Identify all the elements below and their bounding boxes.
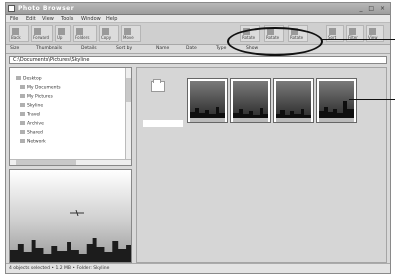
- scroll-thumb[interactable]: [16, 160, 76, 165]
- address-bar[interactable]: C:\Documents\Pictures\Skyline: [9, 56, 387, 64]
- tree-horizontal-scrollbar[interactable]: [10, 159, 131, 165]
- photo-thumbnail[interactable]: [273, 78, 314, 123]
- callout-leader-line: [349, 99, 395, 100]
- forward-button[interactable]: Forward: [31, 25, 53, 42]
- menu-tools[interactable]: Tools: [61, 16, 73, 22]
- tree-item[interactable]: Skyline: [20, 103, 43, 109]
- thumbnail-caption: [190, 118, 225, 122]
- sort-date-option[interactable]: Date: [186, 46, 197, 51]
- folder-tree: Desktop My Documents My Pictures Skyline…: [9, 67, 132, 166]
- sort-name-option[interactable]: Name: [156, 46, 169, 51]
- filter-icon: [349, 28, 356, 35]
- toolbar: Back Forward Up Folders Copy Move Rotate…: [6, 23, 390, 45]
- tree-item[interactable]: My Pictures: [20, 94, 53, 100]
- callout-ellipse: [227, 27, 323, 56]
- photo-thumbnail-image: [276, 81, 311, 119]
- copy-icon: [102, 28, 109, 35]
- app-icon: [8, 5, 15, 12]
- menu-file[interactable]: File: [10, 16, 18, 22]
- forward-icon: [34, 28, 41, 35]
- folders-button[interactable]: Folders: [73, 25, 97, 42]
- folder-icon: [20, 121, 25, 125]
- selected-item-label: [143, 120, 183, 127]
- thumbnail-caption: [319, 118, 354, 122]
- details-option[interactable]: Details: [81, 46, 97, 51]
- secondary-toolbar: Size Thumbnails Details Sort by Name Dat…: [6, 45, 390, 54]
- window-controls[interactable]: _ □ ×: [359, 5, 387, 12]
- tree-item[interactable]: Desktop: [16, 76, 42, 82]
- title-bar: Photo Browser _ □ ×: [6, 3, 390, 15]
- window-title: Photo Browser: [18, 5, 75, 12]
- main-window: Photo Browser _ □ × File Edit View Tools…: [5, 2, 391, 274]
- thumbnails-option[interactable]: Thumbnails: [36, 46, 62, 51]
- back-icon: [12, 28, 19, 35]
- folder-icon: [20, 94, 25, 98]
- view-icon: [369, 28, 376, 35]
- status-text: 4 objects selected • 1.2 MB • Folder: Sk…: [9, 266, 110, 271]
- folder-icon: [16, 76, 21, 80]
- photo-thumbnail-image: [233, 81, 268, 119]
- photo-thumbnail-image: [319, 81, 354, 119]
- preview-pane: [9, 169, 132, 263]
- menu-window[interactable]: Window: [81, 16, 101, 22]
- sort-by-label: Sort by: [116, 46, 133, 51]
- back-button[interactable]: Back: [9, 25, 29, 42]
- menu-bar: File Edit View Tools Window Help: [6, 15, 390, 23]
- folder-icon: [76, 28, 83, 35]
- tree-item[interactable]: My Documents: [20, 85, 61, 91]
- address-path: C:\Documents\Pictures\Skyline: [13, 57, 90, 63]
- photo-thumbnail-image: [190, 81, 225, 119]
- tree-item[interactable]: Travel: [20, 112, 40, 118]
- photo-thumbnail[interactable]: [230, 78, 271, 123]
- status-bar: 4 objects selected • 1.2 MB • Folder: Sk…: [6, 263, 390, 273]
- photo-thumbnail[interactable]: [316, 78, 357, 123]
- folder-icon: [20, 130, 25, 134]
- folder-icon: [20, 85, 25, 89]
- thumbnail-caption: [233, 118, 268, 122]
- copy-button[interactable]: Copy: [99, 25, 119, 42]
- tree-item[interactable]: Archive: [20, 121, 44, 127]
- folder-icon: [20, 139, 25, 143]
- size-option[interactable]: Size: [10, 46, 19, 51]
- tree-vertical-scrollbar[interactable]: [125, 68, 131, 165]
- sort-type-option[interactable]: Type: [216, 46, 226, 51]
- folder-icon: [20, 103, 25, 107]
- up-button[interactable]: Up: [55, 25, 71, 42]
- sort-icon: [329, 28, 336, 35]
- up-icon: [58, 28, 65, 35]
- move-icon: [124, 28, 131, 35]
- thumbnail-view: [136, 67, 387, 263]
- photo-thumbnail[interactable]: [187, 78, 228, 123]
- menu-view[interactable]: View: [42, 16, 54, 22]
- menu-help[interactable]: Help: [106, 16, 117, 22]
- tree-item[interactable]: Network: [20, 139, 46, 145]
- airplane-icon: [70, 210, 84, 216]
- scroll-thumb[interactable]: [126, 78, 131, 102]
- callout-leader-line: [322, 39, 395, 40]
- folder-icon[interactable]: [151, 79, 165, 92]
- tree-item[interactable]: Shared: [20, 130, 43, 136]
- folder-icon: [20, 112, 25, 116]
- thumbnail-caption: [276, 118, 311, 122]
- skyline-silhouette: [10, 238, 131, 262]
- move-button[interactable]: Move: [121, 25, 141, 42]
- menu-edit[interactable]: Edit: [26, 16, 36, 22]
